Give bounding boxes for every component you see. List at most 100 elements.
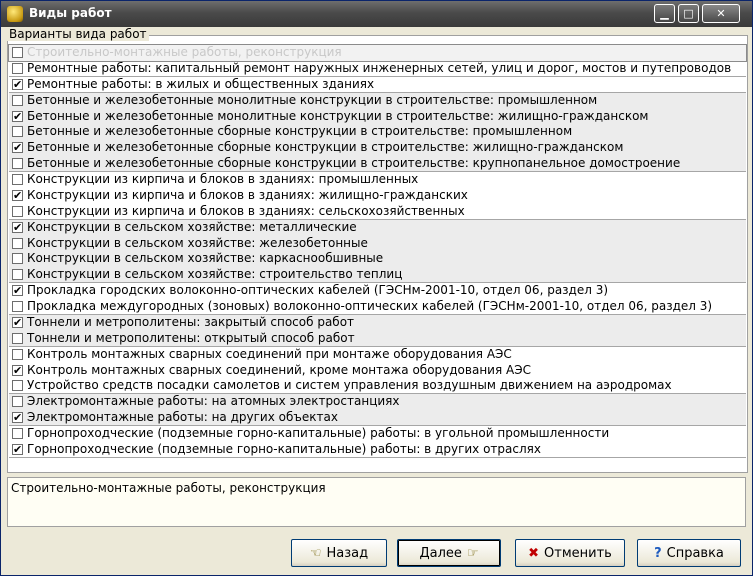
list-item-label: Прокладка междугородных (зоновых) волоко… bbox=[27, 299, 713, 313]
work-types-list[interactable]: Строительно-монтажные работы, реконструк… bbox=[8, 44, 747, 465]
list-item[interactable]: Ремонтные работы: капитальный ремонт нар… bbox=[9, 61, 746, 77]
list-item-label: Ремонтные работы: капитальный ремонт нар… bbox=[27, 60, 732, 75]
checkbox[interactable] bbox=[12, 332, 23, 344]
list-item-label: Конструкции из кирпича и блоков в здания… bbox=[27, 187, 468, 202]
list-item-label: Бетонные и железобетонные сборные констр… bbox=[27, 156, 681, 171]
checkbox[interactable] bbox=[12, 158, 23, 170]
checkbox[interactable] bbox=[12, 62, 23, 74]
list-item[interactable]: Бетонные и железобетонные сборные констр… bbox=[9, 124, 746, 141]
checkbox[interactable] bbox=[12, 205, 23, 217]
checkbox[interactable] bbox=[12, 188, 23, 203]
maximize-button[interactable]: □ bbox=[678, 4, 699, 23]
list-item-label: Устройство средств посадки самолетов и с… bbox=[27, 378, 672, 393]
list-item[interactable]: Контроль монтажных сварных соединений пр… bbox=[9, 347, 746, 363]
list-item[interactable]: Бетонные и железобетонные монолитные кон… bbox=[9, 92, 746, 109]
hand-right-icon: ☞ bbox=[466, 545, 479, 561]
group-label: Варианты вида работ bbox=[7, 27, 149, 41]
checkbox[interactable] bbox=[12, 301, 23, 312]
checkbox[interactable] bbox=[12, 348, 23, 360]
checkbox[interactable] bbox=[12, 47, 23, 58]
next-label: Далее bbox=[419, 545, 462, 561]
list-item[interactable]: Тоннели и метрополитены: закрытый способ… bbox=[9, 314, 746, 331]
list-item[interactable]: Прокладка городских волоконно-оптических… bbox=[9, 283, 746, 299]
window-title: Виды работ bbox=[29, 6, 112, 20]
list-item-label: Тоннели и метрополитены: открытый способ… bbox=[27, 330, 355, 345]
list-item-label: Бетонные и железобетонные сборные констр… bbox=[27, 140, 624, 155]
app-icon bbox=[7, 6, 23, 22]
list-item-label: Бетонные и железобетонные сборные констр… bbox=[27, 124, 573, 139]
checkbox[interactable] bbox=[12, 237, 23, 249]
list-item[interactable]: Бетонные и железобетонные сборные констр… bbox=[9, 156, 746, 172]
cancel-button[interactable]: ✖ Отменить bbox=[515, 539, 625, 567]
list-item-label: Конструкции в сельском хозяйстве: железо… bbox=[27, 235, 368, 250]
list-item[interactable]: Электромонтажные работы: на атомных элек… bbox=[9, 394, 746, 411]
description-panel: Строительно-монтажные работы, реконструк… bbox=[7, 477, 746, 527]
list-item-label: Тоннели и метрополитены: закрытый способ… bbox=[27, 314, 355, 329]
checkbox[interactable] bbox=[12, 220, 23, 235]
checkbox[interactable] bbox=[12, 174, 23, 185]
list-item-label: Электромонтажные работы: на атомных элек… bbox=[27, 394, 400, 409]
title-bar[interactable]: Виды работ ▁ □ ✕ bbox=[1, 1, 752, 27]
minimize-button[interactable]: ▁ bbox=[654, 4, 675, 23]
dialog-window: Виды работ ▁ □ ✕ Варианты вида работ Стр… bbox=[0, 0, 753, 576]
list-item[interactable]: Горнопроходческие (подземные горно-капит… bbox=[9, 442, 746, 458]
list-item-label: Горнопроходческие (подземные горно-капит… bbox=[27, 441, 541, 456]
list-item-label: Конструкции из кирпича и блоков в здания… bbox=[27, 203, 465, 218]
checkbox[interactable] bbox=[12, 126, 23, 138]
list-item[interactable]: Конструкции в сельском хозяйстве: каркас… bbox=[9, 251, 746, 268]
list-item[interactable]: Конструкции из кирпича и блоков в здания… bbox=[9, 188, 746, 204]
next-button[interactable]: Далее ☞ bbox=[397, 539, 501, 567]
checkbox[interactable] bbox=[12, 77, 23, 92]
button-bar: ☜ Назад Далее ☞ ✖ Отменить ? Справка bbox=[1, 531, 752, 575]
checkbox[interactable] bbox=[12, 428, 23, 439]
list-item[interactable]: Электромонтажные работы: на других объек… bbox=[9, 410, 746, 426]
group-separator bbox=[9, 456, 746, 458]
list-item-label: Бетонные и железобетонные монолитные кон… bbox=[27, 108, 649, 123]
checkbox[interactable] bbox=[12, 94, 23, 106]
help-label: Справка bbox=[666, 545, 724, 561]
list-item-label: Бетонные и железобетонные монолитные кон… bbox=[27, 92, 598, 107]
list-item[interactable]: Строительно-монтажные работы, реконструк… bbox=[8, 44, 747, 62]
list-item-label: Конструкции из кирпича и блоков в здания… bbox=[27, 172, 419, 186]
list-item[interactable]: Конструкции в сельском хозяйстве: металл… bbox=[9, 219, 746, 236]
list-item-label: Конструкции в сельском хозяйстве: металл… bbox=[27, 219, 357, 234]
back-button[interactable]: ☜ Назад bbox=[291, 539, 387, 567]
list-item[interactable]: Бетонные и железобетонные монолитные кон… bbox=[9, 108, 746, 125]
list-item[interactable]: Прокладка междугородных (зоновых) волоко… bbox=[9, 299, 746, 315]
list-item-label: Контроль монтажных сварных соединений пр… bbox=[27, 346, 512, 361]
cancel-label: Отменить bbox=[544, 545, 612, 561]
list-item[interactable]: Устройство средств посадки самолетов и с… bbox=[9, 378, 746, 395]
checkbox[interactable] bbox=[12, 109, 23, 124]
help-button[interactable]: ? Справка bbox=[637, 539, 741, 567]
list-item[interactable]: Конструкции из кирпича и блоков в здания… bbox=[9, 204, 746, 220]
list-item-label: Прокладка городских волоконно-оптических… bbox=[27, 283, 609, 298]
checkbox[interactable] bbox=[12, 396, 23, 408]
list-item[interactable]: Бетонные и железобетонные сборные констр… bbox=[9, 140, 746, 157]
checkbox[interactable] bbox=[12, 140, 23, 155]
list-item[interactable]: Тоннели и метрополитены: открытый способ… bbox=[9, 330, 746, 347]
list-item-label: Электромонтажные работы: на других объек… bbox=[27, 410, 338, 425]
list-item[interactable]: Конструкции в сельском хозяйстве: строит… bbox=[9, 267, 746, 284]
list-item-label: Строительно-монтажные работы, реконструк… bbox=[27, 45, 342, 59]
list-item[interactable]: Контроль монтажных сварных соединений, к… bbox=[9, 363, 746, 379]
close-button[interactable]: ✕ bbox=[702, 4, 740, 23]
checkbox[interactable] bbox=[12, 442, 23, 457]
list-item-label: Контроль монтажных сварных соединений, к… bbox=[27, 362, 531, 377]
checkbox[interactable] bbox=[12, 253, 23, 265]
list-item[interactable]: Конструкции из кирпича и блоков в здания… bbox=[9, 172, 746, 188]
list-item-label: Конструкции в сельском хозяйстве: строит… bbox=[27, 267, 403, 282]
hand-left-icon: ☜ bbox=[309, 545, 322, 561]
checkbox[interactable] bbox=[12, 363, 23, 378]
checkbox[interactable] bbox=[12, 380, 23, 392]
help-icon: ? bbox=[654, 545, 662, 561]
list-item-label: Горнопроходческие (подземные горно-капит… bbox=[27, 426, 610, 440]
list-item[interactable]: Ремонтные работы: в жилых и общественных… bbox=[9, 77, 746, 93]
checkbox[interactable] bbox=[12, 410, 23, 425]
checkbox[interactable] bbox=[12, 315, 23, 330]
checkbox[interactable] bbox=[12, 283, 23, 298]
list-item-label: Ремонтные работы: в жилых и общественных… bbox=[27, 76, 375, 91]
list-item[interactable]: Конструкции в сельском хозяйстве: железо… bbox=[9, 235, 746, 252]
list-item[interactable]: Горнопроходческие (подземные горно-капит… bbox=[9, 426, 746, 442]
list-item-label: Конструкции в сельском хозяйстве: каркас… bbox=[27, 251, 384, 266]
checkbox[interactable] bbox=[12, 269, 23, 281]
